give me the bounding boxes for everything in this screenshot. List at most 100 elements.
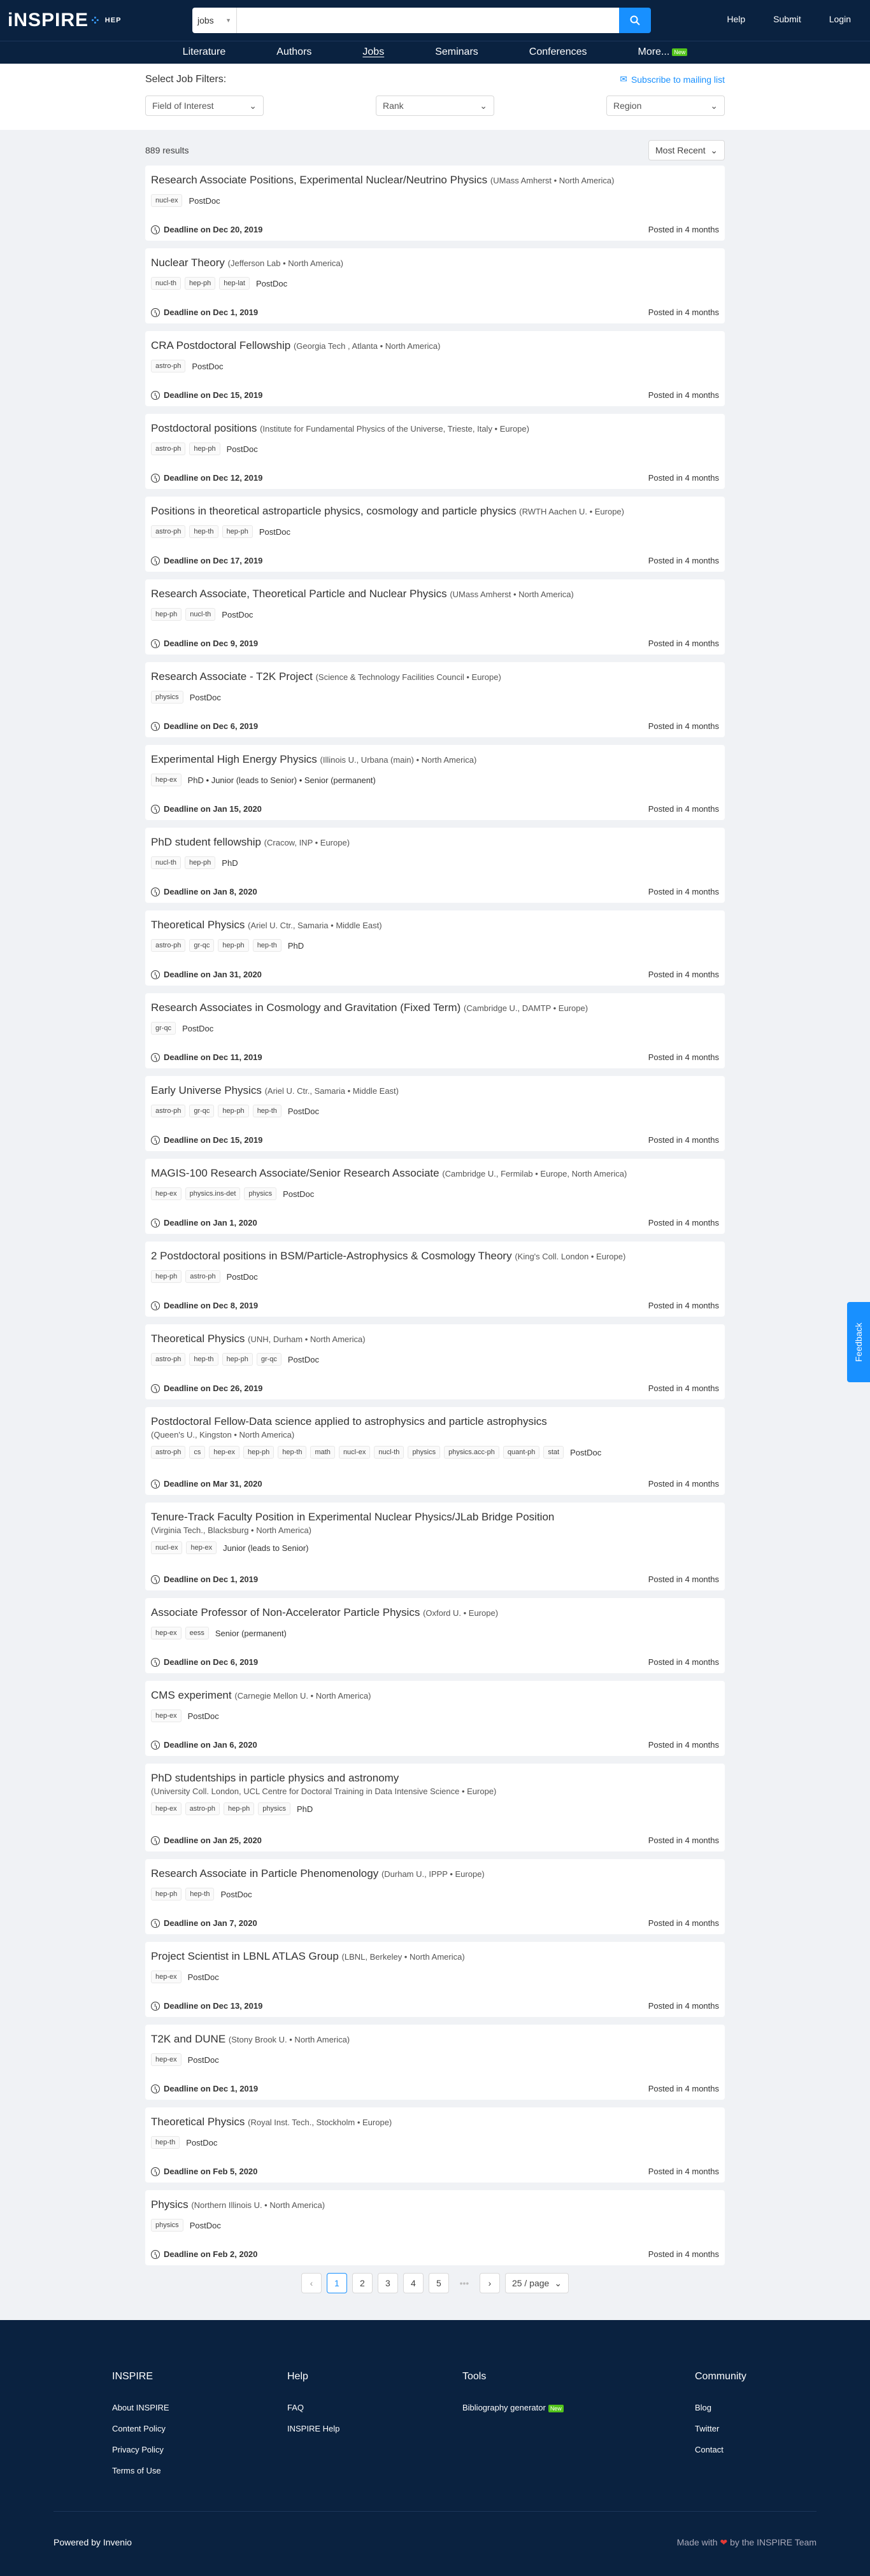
page-3[interactable]: 3 — [377, 2273, 398, 2293]
arxiv-category-tag[interactable]: hep-ex — [186, 1541, 217, 1554]
submit-link[interactable]: Submit — [773, 14, 801, 24]
arxiv-category-tag[interactable]: astro-ph — [151, 1446, 186, 1459]
nav-seminars[interactable]: Seminars — [410, 41, 504, 64]
arxiv-category-tag[interactable]: astro-ph — [151, 1353, 186, 1366]
page-1[interactable]: 1 — [326, 2273, 347, 2293]
login-link[interactable]: Login — [829, 14, 851, 24]
page-2[interactable]: 2 — [352, 2273, 373, 2293]
job-title[interactable]: Theoretical Physics (Royal Inst. Tech., … — [151, 2115, 719, 2130]
search-scope-select[interactable]: jobs ▼ — [192, 8, 237, 33]
arxiv-category-tag[interactable]: nucl-ex — [151, 1541, 183, 1554]
job-title[interactable]: PhD studentships in particle physics and… — [151, 1771, 719, 1785]
inspire-logo[interactable]: iNSPIRE ⁘ HEP — [8, 10, 192, 31]
arxiv-category-tag[interactable]: physics — [151, 2219, 183, 2232]
powered-by[interactable]: Powered by Invenio — [53, 2537, 132, 2548]
arxiv-category-tag[interactable]: nucl-ex — [338, 1446, 371, 1459]
arxiv-category-tag[interactable]: hep-th — [189, 525, 218, 538]
region-select[interactable]: Region ⌄ — [606, 96, 725, 116]
job-title[interactable]: Theoretical Physics (Ariel U. Ctr., Sama… — [151, 918, 719, 933]
arxiv-category-tag[interactable]: hep-ex — [209, 1446, 239, 1459]
help-link[interactable]: Help — [727, 14, 745, 24]
arxiv-category-tag[interactable]: nucl-ex — [151, 194, 183, 207]
arxiv-category-tag[interactable]: astro-ph — [151, 442, 186, 455]
job-title[interactable]: Physics (Northern Illinois U. • North Am… — [151, 2198, 719, 2212]
arxiv-category-tag[interactable]: hep-th — [252, 1105, 282, 1117]
arxiv-category-tag[interactable]: physics — [258, 1802, 290, 1815]
arxiv-category-tag[interactable]: hep-th — [185, 1888, 215, 1900]
arxiv-category-tag[interactable]: hep-ex — [151, 2053, 182, 2066]
arxiv-category-tag[interactable]: hep-ph — [222, 1353, 253, 1366]
arxiv-category-tag[interactable]: physics — [244, 1187, 277, 1200]
page-4[interactable]: 4 — [403, 2273, 424, 2293]
subscribe-link[interactable]: ✉ Subscribe to mailing list — [620, 74, 725, 85]
arxiv-category-tag[interactable]: hep-ph — [185, 277, 216, 290]
job-title[interactable]: MAGIS-100 Research Associate/Senior Rese… — [151, 1166, 719, 1181]
footer-link-inspire-help[interactable]: INSPIRE Help — [287, 2424, 462, 2433]
arxiv-category-tag[interactable]: gr-qc — [151, 1022, 176, 1035]
job-title[interactable]: Postdoctoral positions (Institute for Fu… — [151, 421, 719, 436]
job-title[interactable]: Positions in theoretical astroparticle p… — [151, 504, 719, 519]
arxiv-category-tag[interactable]: nucl-th — [151, 277, 182, 290]
arxiv-category-tag[interactable]: hep-ex — [151, 1709, 182, 1722]
arxiv-category-tag[interactable]: physics.acc-ph — [444, 1446, 499, 1459]
arxiv-category-tag[interactable]: nucl-th — [185, 608, 216, 621]
arxiv-category-tag[interactable]: hep-ph — [243, 1446, 275, 1459]
arxiv-category-tag[interactable]: astro-ph — [151, 1105, 186, 1117]
next-page-button[interactable]: › — [479, 2273, 500, 2293]
arxiv-category-tag[interactable]: hep-th — [278, 1446, 307, 1459]
footer-link-contact[interactable]: Contact — [695, 2445, 870, 2454]
arxiv-category-tag[interactable]: nucl-th — [374, 1446, 404, 1459]
footer-link-twitter[interactable]: Twitter — [695, 2424, 870, 2433]
arxiv-category-tag[interactable]: hep-ex — [151, 1802, 182, 1815]
field-of-interest-select[interactable]: Field of Interest ⌄ — [145, 96, 264, 116]
arxiv-category-tag[interactable]: hep-th — [151, 2136, 180, 2149]
job-title[interactable]: Nuclear Theory (Jefferson Lab • North Am… — [151, 256, 719, 271]
arxiv-category-tag[interactable]: hep-ex — [151, 1627, 182, 1639]
job-title[interactable]: Tenure-Track Faculty Position in Experim… — [151, 1510, 719, 1524]
job-title[interactable]: Research Associate - T2K Project (Scienc… — [151, 670, 719, 684]
arxiv-category-tag[interactable]: hep-ph — [218, 1105, 249, 1117]
arxiv-category-tag[interactable]: quant-ph — [503, 1446, 540, 1459]
prev-page-button[interactable]: ‹ — [301, 2273, 322, 2293]
nav-conferences[interactable]: Conferences — [504, 41, 613, 64]
footer-link-blog[interactable]: Blog — [695, 2403, 870, 2412]
footer-link-content-policy[interactable]: Content Policy — [112, 2424, 287, 2433]
arxiv-category-tag[interactable]: eess — [185, 1627, 209, 1639]
job-title[interactable]: Research Associate in Particle Phenomeno… — [151, 1867, 719, 1881]
nav-jobs[interactable]: Jobs — [337, 41, 410, 64]
arxiv-category-tag[interactable]: hep-ph — [151, 1888, 182, 1900]
arxiv-category-tag[interactable]: hep-th — [189, 1353, 218, 1366]
arxiv-category-tag[interactable]: physics — [408, 1446, 441, 1459]
footer-link-faq[interactable]: FAQ — [287, 2403, 462, 2412]
job-title[interactable]: PhD student fellowship (Cracow, INP • Eu… — [151, 835, 719, 850]
job-title[interactable]: Associate Professor of Non-Accelerator P… — [151, 1606, 719, 1620]
page-ellipsis[interactable]: ••• — [454, 2273, 474, 2293]
arxiv-category-tag[interactable]: gr-qc — [189, 939, 215, 952]
arxiv-category-tag[interactable]: astro-ph — [185, 1802, 220, 1815]
job-title[interactable]: Theoretical Physics (UNH, Durham • North… — [151, 1332, 719, 1347]
job-title[interactable]: Project Scientist in LBNL ATLAS Group (L… — [151, 1950, 719, 1964]
arxiv-category-tag[interactable]: cs — [189, 1446, 206, 1459]
arxiv-category-tag[interactable]: hep-ph — [224, 1802, 255, 1815]
arxiv-category-tag[interactable]: gr-qc — [256, 1353, 282, 1366]
arxiv-category-tag[interactable]: astro-ph — [151, 360, 186, 372]
job-title[interactable]: CRA Postdoctoral Fellowship (Georgia Tec… — [151, 339, 719, 353]
nav-authors[interactable]: Authors — [251, 41, 337, 64]
nav-more[interactable]: More... New — [613, 41, 713, 64]
arxiv-category-tag[interactable]: astro-ph — [151, 525, 186, 538]
job-title[interactable]: Early Universe Physics (Ariel U. Ctr., S… — [151, 1084, 719, 1098]
page-5[interactable]: 5 — [428, 2273, 449, 2293]
arxiv-category-tag[interactable]: hep-ph — [222, 525, 253, 538]
arxiv-category-tag[interactable]: hep-ph — [218, 939, 249, 952]
footer-link-bibliography[interactable]: Bibliography generator New — [462, 2403, 638, 2412]
job-title[interactable]: Research Associate Positions, Experiment… — [151, 173, 719, 188]
page-size-select[interactable]: 25 / page ⌄ — [504, 2273, 569, 2293]
arxiv-category-tag[interactable]: hep-ex — [151, 1187, 182, 1200]
job-title[interactable]: T2K and DUNE (Stony Brook U. • North Ame… — [151, 2032, 719, 2047]
arxiv-category-tag[interactable]: hep-ex — [151, 774, 182, 786]
search-input[interactable] — [237, 8, 619, 33]
footer-link-privacy[interactable]: Privacy Policy — [112, 2445, 287, 2454]
arxiv-category-tag[interactable]: hep-ph — [151, 1270, 182, 1283]
arxiv-category-tag[interactable]: physics.ins-det — [185, 1187, 241, 1200]
arxiv-category-tag[interactable]: hep-ph — [189, 442, 220, 455]
